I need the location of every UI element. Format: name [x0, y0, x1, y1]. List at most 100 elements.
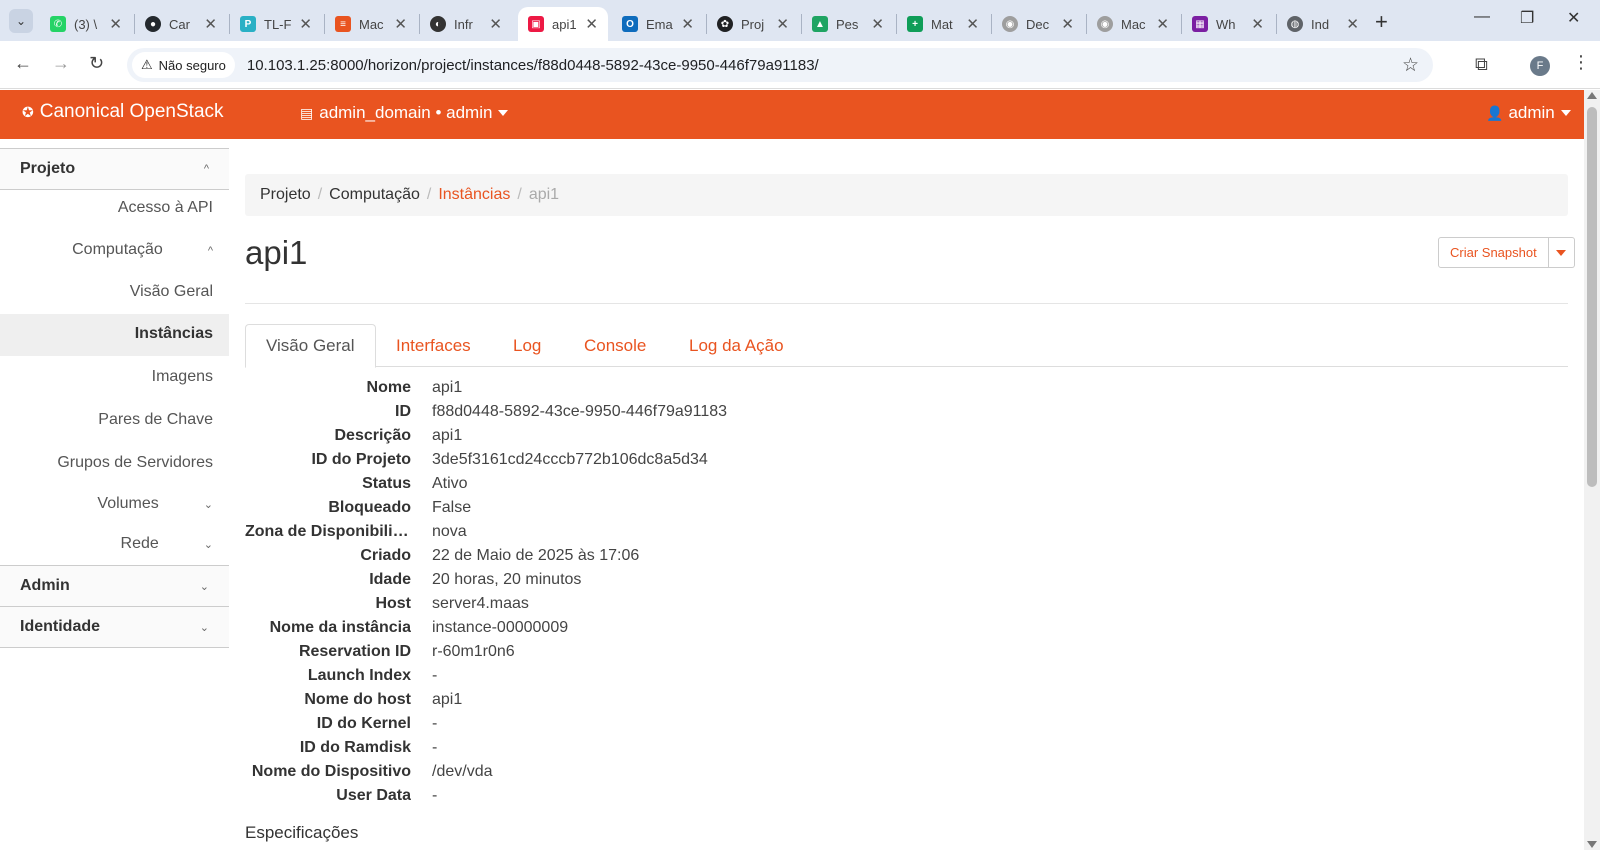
specs-heading: Especificações — [245, 823, 359, 842]
close-tab-icon[interactable]: ✕ — [204, 15, 217, 33]
tab-title: api1 — [552, 16, 577, 32]
browser-tab[interactable]: ▦ Wh ✕ — [1182, 7, 1274, 41]
project-selector[interactable]: ▤ admin_domain • admin — [300, 103, 509, 123]
globe-icon: ◍ — [1287, 16, 1303, 32]
chevron-down-icon: ⌄ — [203, 499, 213, 511]
chevron-up-icon: ^ — [203, 163, 209, 175]
breadcrumb: Projeto / Computação / Instâncias / api1 — [245, 174, 1568, 216]
close-tab-icon[interactable]: ✕ — [966, 15, 979, 33]
tab-interfaces[interactable]: Interfaces — [396, 324, 471, 367]
close-tab-icon[interactable]: ✕ — [871, 15, 884, 33]
sidebar-section-identidade[interactable]: Identidade ⌄ — [0, 606, 229, 648]
sidebar-section-projeto[interactable]: Projeto ^ — [0, 148, 229, 190]
divider — [245, 303, 1568, 304]
detail-label: Nome do Dispositivo — [251, 763, 411, 780]
close-tab-icon[interactable]: ✕ — [299, 15, 312, 33]
close-tab-icon[interactable]: ✕ — [394, 15, 407, 33]
page-scrollbar[interactable] — [1584, 90, 1600, 850]
tab-console[interactable]: Console — [584, 324, 646, 367]
detail-value: 20 horas, 20 minutos — [432, 571, 582, 588]
sidebar-section-admin[interactable]: Admin ⌄ — [0, 565, 229, 607]
create-snapshot-button[interactable]: Criar Snapshot — [1438, 237, 1549, 268]
brand-name: Canonical OpenStack — [39, 101, 224, 122]
sidebar-item-rede[interactable]: Rede ⌄ — [121, 535, 213, 553]
sidebar-item-pares-de-chave[interactable]: Pares de Chave — [98, 411, 213, 429]
browser-tab[interactable]: P TL-F ✕ — [230, 7, 322, 41]
close-window-icon[interactable]: ✕ — [1567, 8, 1580, 28]
sidebar-item-acesso-api[interactable]: Acesso à API — [118, 199, 213, 217]
detail-value: server4.maas — [432, 595, 529, 612]
browser-menu-icon[interactable]: ⋮ — [1572, 52, 1590, 73]
sidebar-item-imagens[interactable]: Imagens — [152, 368, 213, 386]
user-icon: 👤 — [1486, 104, 1504, 121]
close-tab-icon[interactable]: ✕ — [109, 15, 122, 33]
scroll-up-arrow-icon[interactable] — [1587, 92, 1597, 99]
detail-row: ID do Kernel - — [245, 715, 1245, 738]
project-icon: ▤ — [300, 104, 314, 121]
browser-tab[interactable]: O Ema ✕ — [612, 7, 704, 41]
browser-tab[interactable]: ▲ Pes ✕ — [802, 7, 894, 41]
detail-value: - — [432, 787, 438, 804]
tab-log[interactable]: Log — [513, 324, 541, 367]
outlook-icon: O — [622, 16, 638, 32]
tab-title: Mac — [359, 16, 384, 32]
breadcrumb-instancias-link[interactable]: Instâncias — [438, 186, 510, 204]
reload-icon[interactable]: ↻ — [89, 53, 104, 74]
browser-tab-active[interactable]: ▣ api1 ✕ — [518, 7, 608, 41]
detail-label: Nome do host — [304, 691, 411, 708]
browser-tab[interactable]: ◉ Mac ✕ — [1087, 7, 1179, 41]
extensions-icon[interactable]: ⧉ — [1475, 54, 1488, 75]
minimize-icon[interactable]: — — [1474, 8, 1490, 26]
browser-tab[interactable]: ✆ (3) \ ✕ — [40, 7, 132, 41]
actions-dropdown-toggle[interactable] — [1548, 237, 1575, 268]
tab-title: Dec — [1026, 16, 1050, 32]
tab-title: Infr — [454, 16, 473, 32]
tab-log-da-acao[interactable]: Log da Ação — [689, 324, 784, 367]
back-icon[interactable]: ← — [14, 53, 32, 74]
scroll-thumb[interactable] — [1587, 107, 1597, 487]
doc-icon: ◉ — [1002, 16, 1018, 32]
scroll-down-arrow-icon[interactable] — [1587, 841, 1597, 848]
sidebar-item-visao-geral[interactable]: Visão Geral — [130, 283, 213, 301]
close-tab-icon[interactable]: ✕ — [585, 15, 598, 33]
sidebar-item-instancias[interactable]: Instâncias — [135, 325, 213, 343]
browser-tab[interactable]: + Mat ✕ — [897, 7, 989, 41]
forward-icon[interactable]: → — [52, 53, 70, 74]
close-tab-icon[interactable]: ✕ — [776, 15, 789, 33]
browser-tab[interactable]: ◉ Dec ✕ — [992, 7, 1084, 41]
close-tab-icon[interactable]: ✕ — [681, 15, 694, 33]
browser-tab[interactable]: ✿ Proj ✕ — [707, 7, 799, 41]
sidebar-item-computacao[interactable]: Computação ^ — [72, 241, 213, 259]
close-tab-icon[interactable]: ✕ — [1346, 15, 1359, 33]
tab-visao-geral[interactable]: Visão Geral — [245, 324, 376, 368]
profile-avatar[interactable]: F — [1530, 56, 1550, 76]
detail-row: Zona de Disponibilidade nova — [245, 523, 1245, 546]
browser-tab[interactable]: ● Car ✕ — [135, 7, 227, 41]
detail-label: Host — [375, 595, 411, 612]
user-menu[interactable]: 👤 admin — [1486, 103, 1571, 123]
bookmark-star-icon[interactable]: ☆ — [1402, 54, 1419, 77]
browser-tab[interactable]: ◐ Infr ✕ — [420, 7, 512, 41]
detail-value: - — [432, 715, 438, 732]
security-chip[interactable]: ⚠ Não seguro — [132, 52, 235, 78]
brand-logo[interactable]: ✪ Canonical OpenStack — [22, 101, 224, 123]
browser-tab[interactable]: ≡ Mac ✕ — [325, 7, 417, 41]
close-tab-icon[interactable]: ✕ — [1156, 15, 1169, 33]
detail-value: r-60m1r0n6 — [432, 643, 515, 660]
browser-tab[interactable]: ◍ Ind ✕ — [1277, 7, 1369, 41]
chevron-up-icon: ^ — [207, 245, 213, 257]
detail-row: Idade 20 horas, 20 minutos — [245, 571, 1245, 594]
tab-title: TL-F — [264, 16, 292, 32]
close-tab-icon[interactable]: ✕ — [489, 15, 502, 33]
close-tab-icon[interactable]: ✕ — [1061, 15, 1074, 33]
sidebar-item-grupos-de-servidores[interactable]: Grupos de Servidores — [57, 454, 213, 472]
tab-search-button[interactable]: ⌄ — [9, 9, 33, 33]
new-tab-icon[interactable]: + — [1375, 9, 1388, 35]
url-text[interactable]: 10.103.1.25:8000/horizon/project/instanc… — [247, 57, 819, 74]
chevron-down-icon: ⌄ — [15, 14, 27, 28]
detail-label: ID — [395, 403, 411, 420]
close-tab-icon[interactable]: ✕ — [1251, 15, 1264, 33]
restore-icon[interactable]: ❐ — [1520, 8, 1534, 28]
omnibox[interactable]: ⚠ Não seguro 10.103.1.25:8000/horizon/pr… — [127, 48, 1433, 82]
sidebar-item-volumes[interactable]: Volumes ⌄ — [97, 495, 213, 513]
